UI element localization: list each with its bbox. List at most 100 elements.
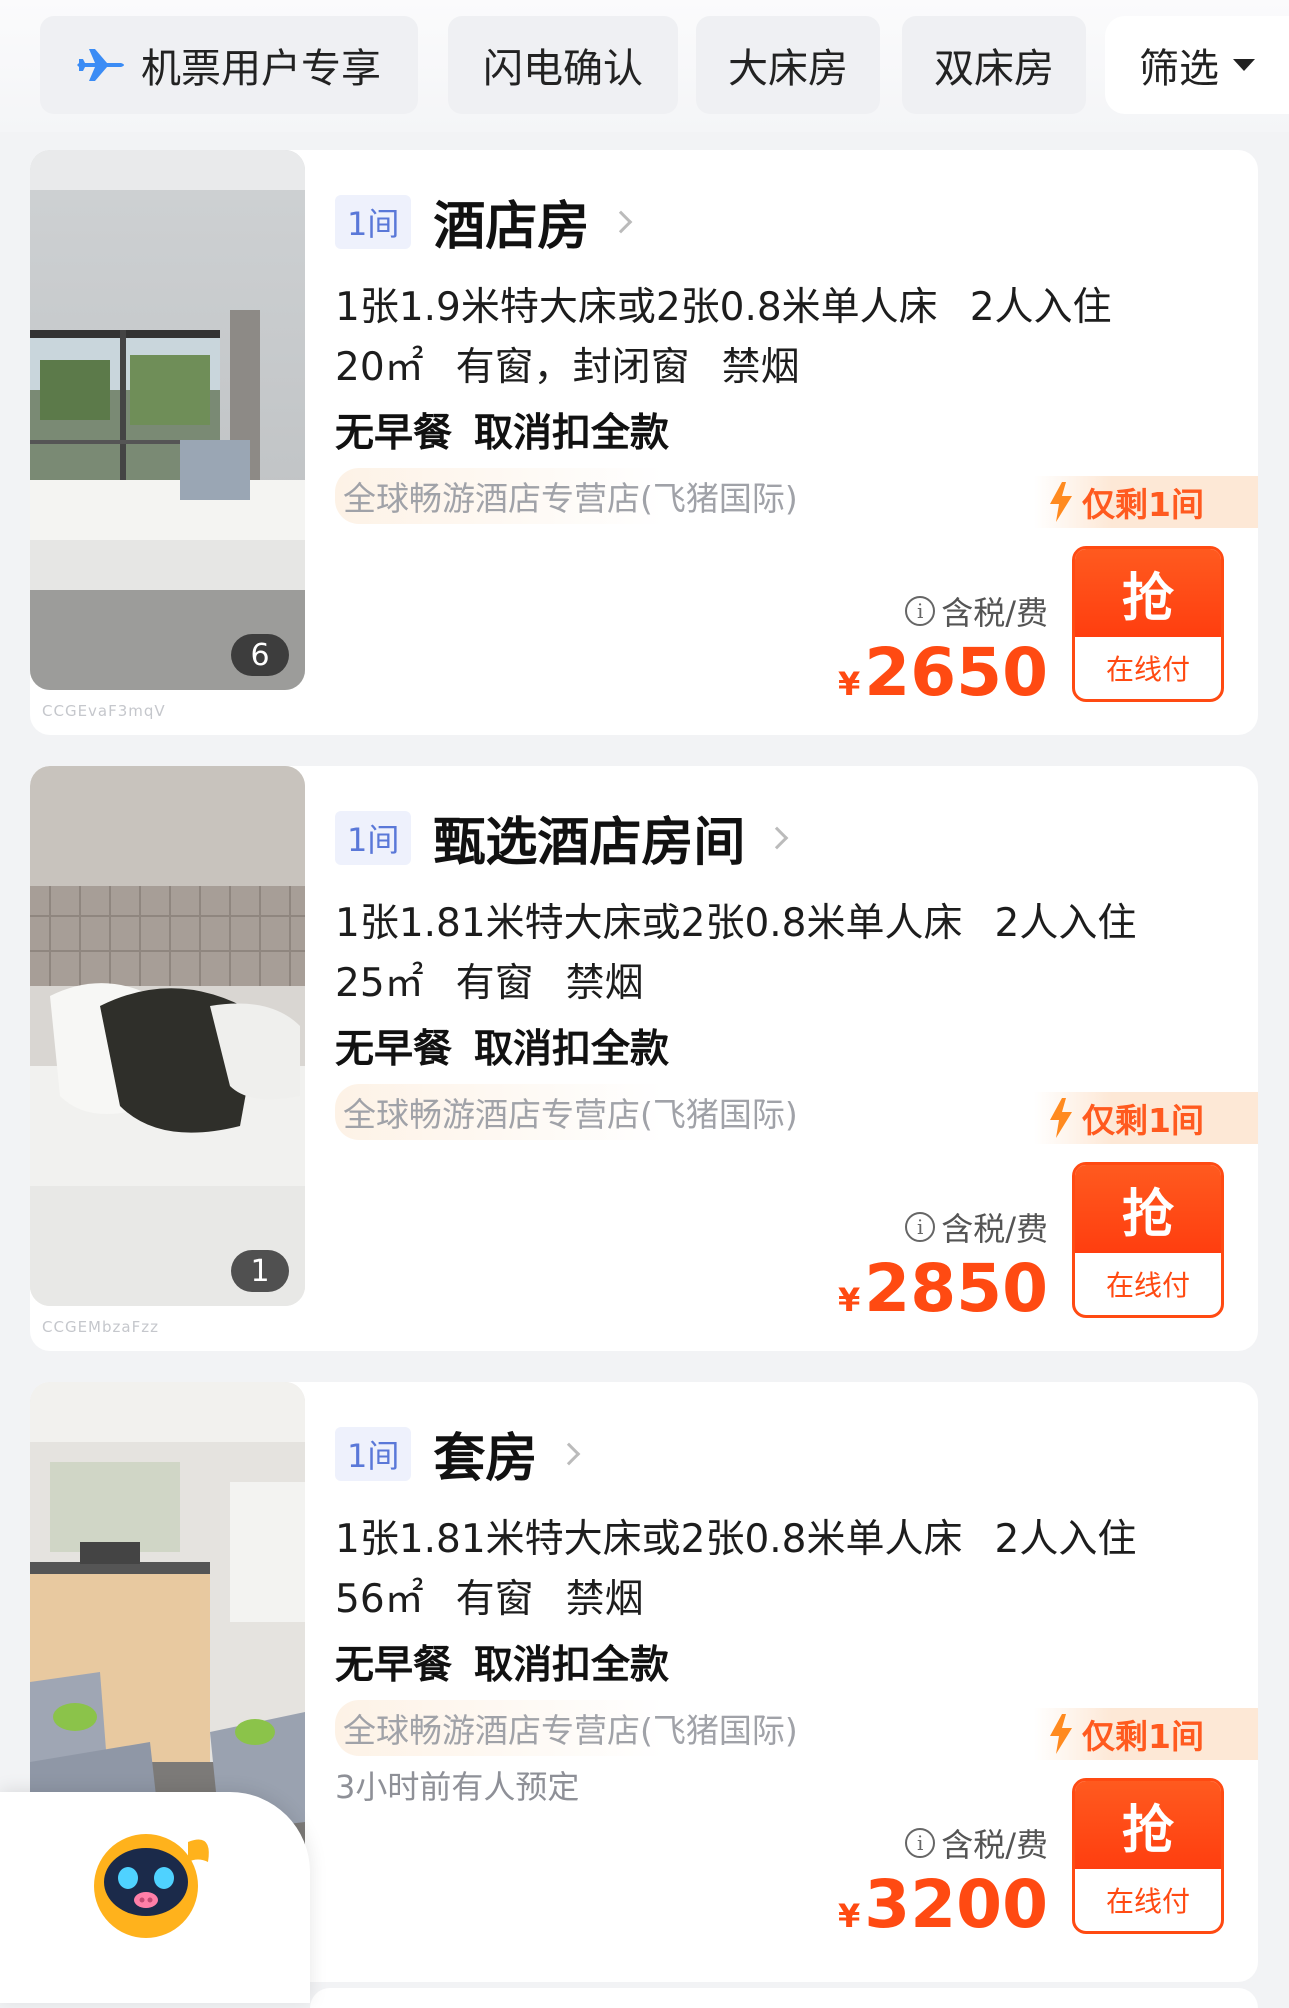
price: ¥2650 <box>838 634 1048 711</box>
next-card-edge <box>310 1988 1258 2008</box>
bed-type: 1张1.81米特大床或2张0.8米单人床 <box>335 1517 963 1562</box>
seller-name: 全球畅游酒店专营店(飞猪国际) <box>335 468 806 524</box>
currency-symbol: ¥ <box>838 1897 861 1935</box>
room-name: 甄选酒店房间 <box>433 813 746 873</box>
assistant-mascot-icon[interactable] <box>88 1822 218 1946</box>
stock-text: 仅剩1间 <box>1082 1101 1204 1140</box>
price-value: 2650 <box>864 634 1048 711</box>
room-title-row[interactable]: 1间 套房 <box>335 1416 581 1491</box>
room-area: 25㎡ <box>335 961 424 1006</box>
room-info: 1间 甄选酒店房间 1张1.81米特大床或2张0.8米单人床 2人入住 25㎡ 有窗… <box>335 766 1258 1351</box>
filter-chip-label: 双床房 <box>934 46 1054 92</box>
room-title-row[interactable]: 1间 酒店房 <box>335 184 633 259</box>
image-watermark-code: CCGEMbzaFzz <box>42 1318 159 1336</box>
filter-chip-label: 筛选 <box>1139 46 1219 92</box>
book-button-label: 抢 <box>1075 549 1221 637</box>
tax-label: 含税/费 <box>941 594 1048 632</box>
payment-type: 在线付 <box>1105 1269 1190 1302</box>
filter-chip-twin-bed[interactable]: 双床房 <box>902 16 1086 114</box>
book-button-label: 抢 <box>1075 1781 1221 1869</box>
photo-count-badge: 6 <box>231 634 289 676</box>
image-watermark-code: CCGEvaF3mqV <box>42 702 166 720</box>
room-photo[interactable]: 6 <box>30 150 305 690</box>
breakfast-info: 无早餐 <box>335 411 453 456</box>
room-title-row[interactable]: 1间 甄选酒店房间 <box>335 800 789 875</box>
filter-chip-label: 机票用户专享 <box>141 46 381 92</box>
price-value: 2850 <box>864 1250 1048 1327</box>
info-icon: i <box>905 1828 936 1858</box>
lightning-icon <box>1050 1098 1072 1138</box>
book-button[interactable]: 抢 在线付 <box>1072 1778 1224 1934</box>
policy-line: 无早餐 取消扣全款 <box>335 1634 691 1690</box>
bed-info-line: 1张1.81米特大床或2张0.8米单人床 2人入住 <box>335 1508 1168 1564</box>
window-info: 有窗 <box>455 961 534 1006</box>
filter-chip-king-bed[interactable]: 大床房 <box>696 16 880 114</box>
chevron-right-icon <box>610 210 633 233</box>
room-name: 酒店房 <box>433 197 590 257</box>
price-value: 3200 <box>864 1866 1048 1943</box>
tax-label: 含税/费 <box>941 1826 1048 1864</box>
bed-info-line: 1张1.9米特大床或2张0.8米单人床 2人入住 <box>335 276 1144 332</box>
policy-line: 无早餐 取消扣全款 <box>335 402 691 458</box>
bed-info-line: 1张1.81米特大床或2张0.8米单人床 2人入住 <box>335 892 1168 948</box>
cancel-policy: 取消扣全款 <box>474 1643 670 1688</box>
filter-bar: 机票用户专享 闪电确认 大床房 双床房 筛选 <box>0 0 1289 132</box>
lightning-icon <box>1050 1714 1072 1754</box>
filter-chip-label: 闪电确认 <box>483 46 643 92</box>
payment-type: 在线付 <box>1105 1885 1190 1918</box>
room-info: 1间 套房 1张1.81米特大床或2张0.8米单人床 2人入住 56㎡ 有窗 禁烟 无… <box>335 1382 1258 1982</box>
stock-text: 仅剩1间 <box>1082 1717 1204 1756</box>
bed-type: 1张1.81米特大床或2张0.8米单人床 <box>335 901 963 946</box>
breakfast-info: 无早餐 <box>335 1643 453 1688</box>
seller-name: 全球畅游酒店专营店(飞猪国际) <box>335 1084 806 1140</box>
room-facts-line: 25㎡ 有窗 禁烟 <box>335 952 676 1008</box>
filter-button[interactable]: 筛选 <box>1105 16 1289 114</box>
cancel-policy: 取消扣全款 <box>474 1027 670 1072</box>
cancel-policy: 取消扣全款 <box>474 411 670 456</box>
caret-down-icon <box>1233 59 1255 71</box>
room-facts-line: 56㎡ 有窗 禁烟 <box>335 1568 676 1624</box>
smoking-policy: 禁烟 <box>565 1577 644 1622</box>
breakfast-info: 无早餐 <box>335 1027 453 1072</box>
currency-symbol: ¥ <box>838 1281 861 1319</box>
smoking-policy: 禁烟 <box>565 961 644 1006</box>
window-info: 有窗 <box>455 1577 534 1622</box>
bed-type: 1张1.9米特大床或2张0.8米单人床 <box>335 285 938 330</box>
recent-booking-note: 3小时前有人预定 <box>335 1768 580 1806</box>
price: ¥2850 <box>838 1250 1048 1327</box>
room-card[interactable]: 6 CCGEvaF3mqV 1间 酒店房 1张1.9米特大床或2张0.8米单人床… <box>30 150 1258 735</box>
lightning-icon <box>1050 482 1072 522</box>
filter-chip-flight-users[interactable]: 机票用户专享 <box>40 16 418 114</box>
room-area: 20㎡ <box>335 345 424 390</box>
payment-type: 在线付 <box>1105 653 1190 686</box>
tax-note[interactable]: i 含税/费 <box>905 1820 1048 1866</box>
room-card[interactable]: 1 CCGEMbzaFzz 1间 甄选酒店房间 1张1.81米特大床或2张0.8… <box>30 766 1258 1351</box>
filter-chip-flash-confirm[interactable]: 闪电确认 <box>448 16 678 114</box>
smoking-policy: 禁烟 <box>721 345 800 390</box>
room-quantity-badge: 1间 <box>335 810 412 865</box>
window-info: 有窗，封闭窗 <box>455 345 690 390</box>
currency-symbol: ¥ <box>838 665 861 703</box>
room-photo[interactable]: 1 <box>30 766 305 1306</box>
occupancy: 2人入住 <box>994 1517 1137 1562</box>
stock-badge: 仅剩1间 <box>1034 1708 1258 1760</box>
occupancy: 2人入住 <box>969 285 1112 330</box>
tax-label: 含税/费 <box>941 1210 1048 1248</box>
book-button[interactable]: 抢 在线付 <box>1072 546 1224 702</box>
filter-chip-label: 大床房 <box>728 46 848 92</box>
info-icon: i <box>905 596 936 626</box>
photo-count-badge: 1 <box>231 1250 289 1292</box>
chevron-right-icon <box>766 826 789 849</box>
tax-note[interactable]: i 含税/费 <box>905 1204 1048 1250</box>
room-quantity-badge: 1间 <box>335 194 412 249</box>
info-icon: i <box>905 1212 936 1242</box>
stock-text: 仅剩1间 <box>1082 485 1204 524</box>
room-name: 套房 <box>433 1429 538 1489</box>
occupancy: 2人入住 <box>994 901 1137 946</box>
book-button[interactable]: 抢 在线付 <box>1072 1162 1224 1318</box>
seller-name: 全球畅游酒店专营店(飞猪国际) <box>335 1700 806 1756</box>
assistant-panel <box>0 1792 310 2003</box>
price: ¥3200 <box>838 1866 1048 1943</box>
tax-note[interactable]: i 含税/费 <box>905 588 1048 634</box>
room-facts-line: 20㎡ 有窗，封闭窗 禁烟 <box>335 336 832 392</box>
